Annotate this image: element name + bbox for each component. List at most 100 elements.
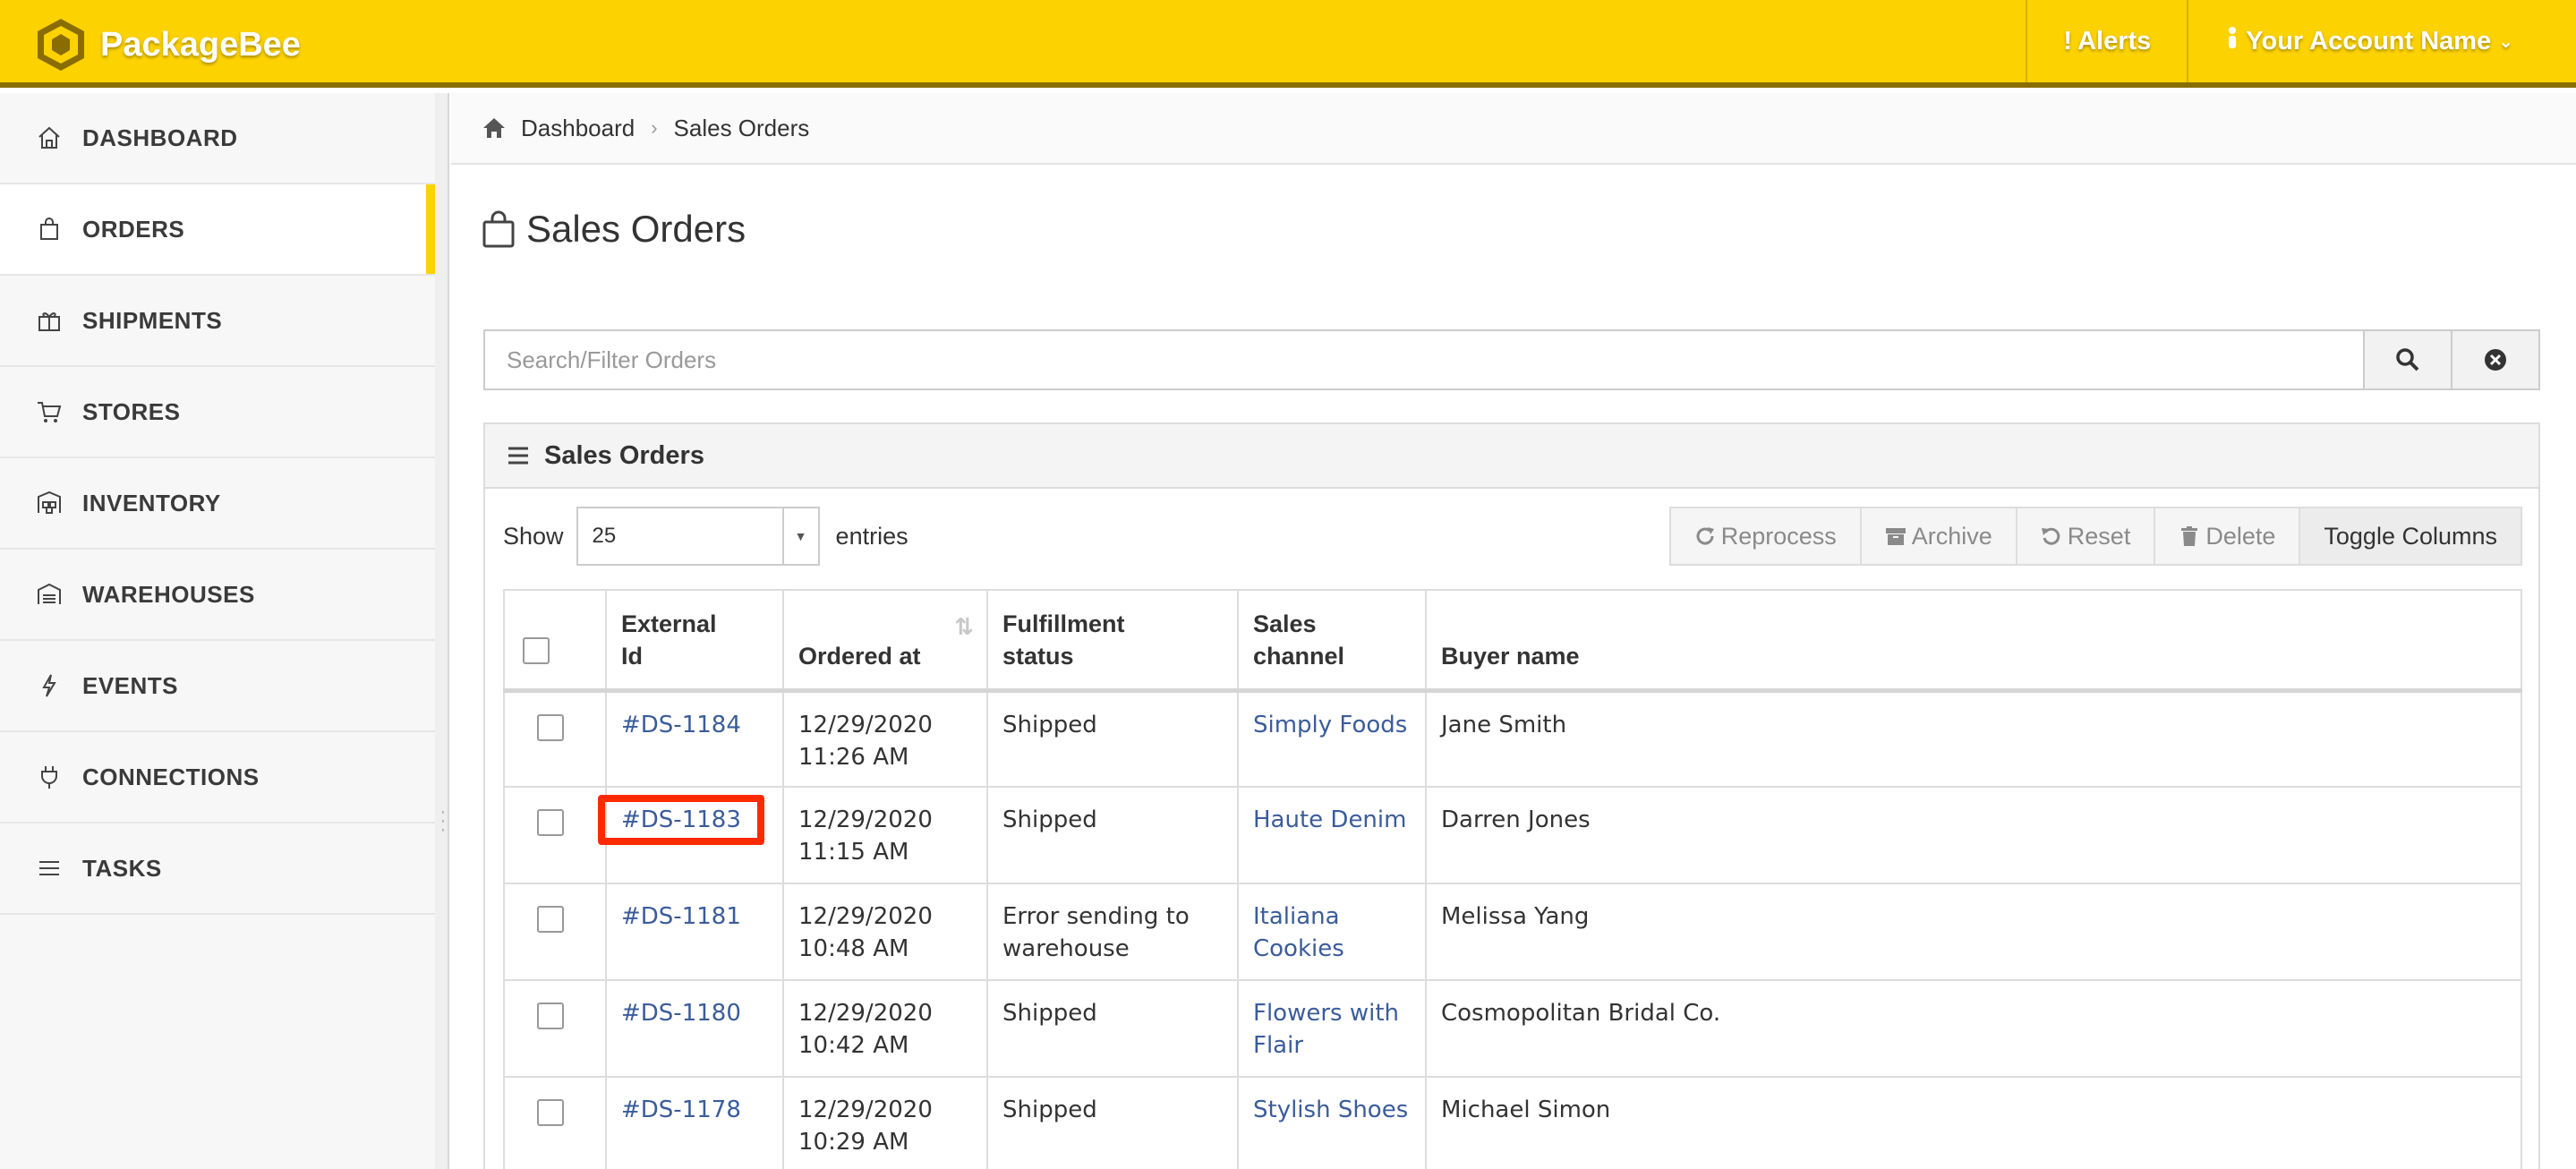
breadcrumb-current: Sales Orders xyxy=(673,114,810,141)
reprocess-button[interactable]: Reprocess xyxy=(1670,508,1862,564)
app-name: PackageBee xyxy=(100,25,301,64)
sidebar-item-warehouses[interactable]: WAREHOUSES xyxy=(0,550,435,641)
channel-link[interactable]: Italiana xyxy=(1253,903,1340,930)
order-link[interactable]: #DS-1183 xyxy=(621,806,741,833)
row-checkbox[interactable] xyxy=(537,1003,564,1029)
table-row: #DS-1181 12/29/2020 10:48 AM Error sendin… xyxy=(503,883,2522,981)
order-date: 12/29/2020 xyxy=(798,903,933,930)
order-link[interactable]: #DS-1181 xyxy=(621,903,741,930)
sidebar-item-events[interactable]: EVENTS xyxy=(0,641,435,732)
sidebar-item-dashboard[interactable]: DASHBOARD xyxy=(0,93,435,184)
breadcrumb: Dashboard › Sales Orders xyxy=(451,93,2576,165)
order-link[interactable]: #DS-1178 xyxy=(621,1096,741,1123)
select-all-header xyxy=(503,589,606,693)
main-content: Dashboard › Sales Orders Sales Orders Sa… xyxy=(451,93,2576,1169)
ordered-at-cell: 12/29/2020 11:26 AM xyxy=(782,690,987,788)
order-time: 10:48 AM xyxy=(798,935,909,962)
clear-search-button[interactable] xyxy=(2452,329,2540,390)
undo-icon xyxy=(2041,527,2060,545)
sidebar-item-inventory[interactable]: INVENTORY xyxy=(0,458,435,550)
lightning-icon xyxy=(42,674,56,697)
sales-channel-cell: Haute Denim xyxy=(1237,787,1426,884)
toggle-columns-button[interactable]: Toggle Columns xyxy=(2300,508,2521,564)
table-controls: Show 25 ▼ entries Reprocess Archive Rese… xyxy=(503,507,2522,566)
shopping-bag-icon xyxy=(482,210,515,248)
header-ordered-at[interactable]: ⇅ Ordered at xyxy=(782,589,987,693)
page-length-select[interactable]: 25 ▼ xyxy=(576,507,820,566)
channel-link[interactable]: Flair xyxy=(1253,1032,1303,1059)
delete-label: Delete xyxy=(2205,522,2276,550)
table-header-row: External Id ⇅ Ordered at Fulfillment status… xyxy=(503,589,2522,693)
app-logo[interactable]: PackageBee xyxy=(32,16,301,73)
search-icon xyxy=(2396,348,2419,371)
select-all-checkbox[interactable] xyxy=(523,636,550,664)
row-checkbox[interactable] xyxy=(537,1099,564,1126)
sidebar-item-orders[interactable]: ORDERS xyxy=(0,184,435,276)
row-checkbox[interactable] xyxy=(537,809,564,836)
sort-icon: ⇅ xyxy=(954,613,974,640)
sidebar-item-shipments[interactable]: SHIPMENTS xyxy=(0,276,435,367)
order-time: 11:26 AM xyxy=(798,743,909,771)
ordered-at-cell: 12/29/2020 10:48 AM xyxy=(782,883,987,981)
channel-link[interactable]: Simply Foods xyxy=(1253,712,1407,738)
header-buyer-name[interactable]: Buyer name xyxy=(1425,589,2522,693)
fulfillment-status-cell: Shipped xyxy=(986,787,1238,884)
table-row: #DS-1184 12/29/2020 11:26 AM Shipped Simp… xyxy=(503,690,2522,788)
user-icon xyxy=(2224,26,2240,56)
header-sales-channel[interactable]: Sales channel xyxy=(1237,589,1426,693)
external-id-cell: #DS-1184 xyxy=(605,690,783,788)
home-icon xyxy=(38,126,60,149)
search-input[interactable] xyxy=(483,329,2365,390)
header-external-id[interactable]: External Id xyxy=(605,589,783,693)
sidebar-item-stores[interactable]: STORES xyxy=(0,367,435,458)
sidebar-item-label: EVENTS xyxy=(82,671,179,699)
delete-button[interactable]: Delete xyxy=(2155,508,2301,564)
show-label: Show xyxy=(503,522,564,550)
ordered-at-cell: 12/29/2020 10:29 AM xyxy=(782,1077,987,1169)
fulfillment-status-cell: Shipped xyxy=(986,690,1238,788)
highlight-box: #DS-1183 xyxy=(598,795,764,845)
alerts-button[interactable]: ! Alerts xyxy=(2026,0,2187,82)
external-id-cell: #DS-1183 xyxy=(598,787,783,884)
fulfillment-status-cell: Shipped xyxy=(986,980,1238,1078)
buyer-name-cell: Melissa Yang xyxy=(1425,883,2522,981)
breadcrumb-dashboard-link[interactable]: Dashboard xyxy=(521,115,635,142)
sales-channel-cell: Stylish Shoes xyxy=(1237,1077,1426,1169)
panel-header: Sales Orders xyxy=(485,424,2538,489)
order-link[interactable]: #DS-1184 xyxy=(621,712,741,738)
sidebar-item-label: WAREHOUSES xyxy=(82,580,255,608)
search-button[interactable] xyxy=(2365,329,2452,390)
header-label: External xyxy=(621,610,717,637)
alerts-label: Alerts xyxy=(2077,26,2152,55)
channel-link[interactable]: Haute Denim xyxy=(1253,806,1406,833)
row-checkbox[interactable] xyxy=(537,713,564,741)
row-select-cell xyxy=(503,690,606,788)
sidebar-resize-handle[interactable]: · · · xyxy=(438,803,448,839)
table-row: #DS-1180 12/29/2020 10:42 AM Shipped Flow… xyxy=(503,980,2522,1078)
buyer-name-cell: Darren Jones xyxy=(1425,787,2522,884)
archive-button[interactable]: Archive xyxy=(1861,508,2017,564)
sidebar-item-tasks[interactable]: TASKS xyxy=(0,823,435,915)
external-id-cell: #DS-1181 xyxy=(605,883,783,981)
channel-link[interactable]: Flowers with xyxy=(1253,1000,1399,1027)
reset-button[interactable]: Reset xyxy=(2017,508,2156,564)
account-menu[interactable]: Your Account Name ⌄ xyxy=(2187,0,2576,82)
order-link[interactable]: #DS-1180 xyxy=(621,1000,741,1027)
page-title-text: Sales Orders xyxy=(526,208,746,250)
header-label: Ordered at xyxy=(798,642,921,670)
table-row: #DS-1178 12/29/2020 10:29 AM Shipped Styl… xyxy=(503,1077,2522,1169)
channel-link[interactable]: Stylish Shoes xyxy=(1253,1096,1408,1123)
sidebar: DASHBOARD ORDERS SHIPMENTS STORES INVENT… xyxy=(0,93,449,1169)
status-text: Shipped xyxy=(1002,806,1097,833)
page-length-value: 25 xyxy=(592,524,617,548)
row-select-cell xyxy=(503,980,606,1078)
row-checkbox[interactable] xyxy=(537,906,564,933)
search-bar xyxy=(483,329,2540,390)
warehouse-shelves-icon xyxy=(38,491,61,514)
sidebar-item-label: INVENTORY xyxy=(82,489,221,516)
channel-link[interactable]: Cookies xyxy=(1253,935,1344,962)
archive-label: Archive xyxy=(1911,522,1992,550)
header-fulfillment-status[interactable]: Fulfillment status xyxy=(986,589,1238,693)
cart-icon xyxy=(38,402,62,422)
sidebar-item-connections[interactable]: CONNECTIONS xyxy=(0,732,435,823)
